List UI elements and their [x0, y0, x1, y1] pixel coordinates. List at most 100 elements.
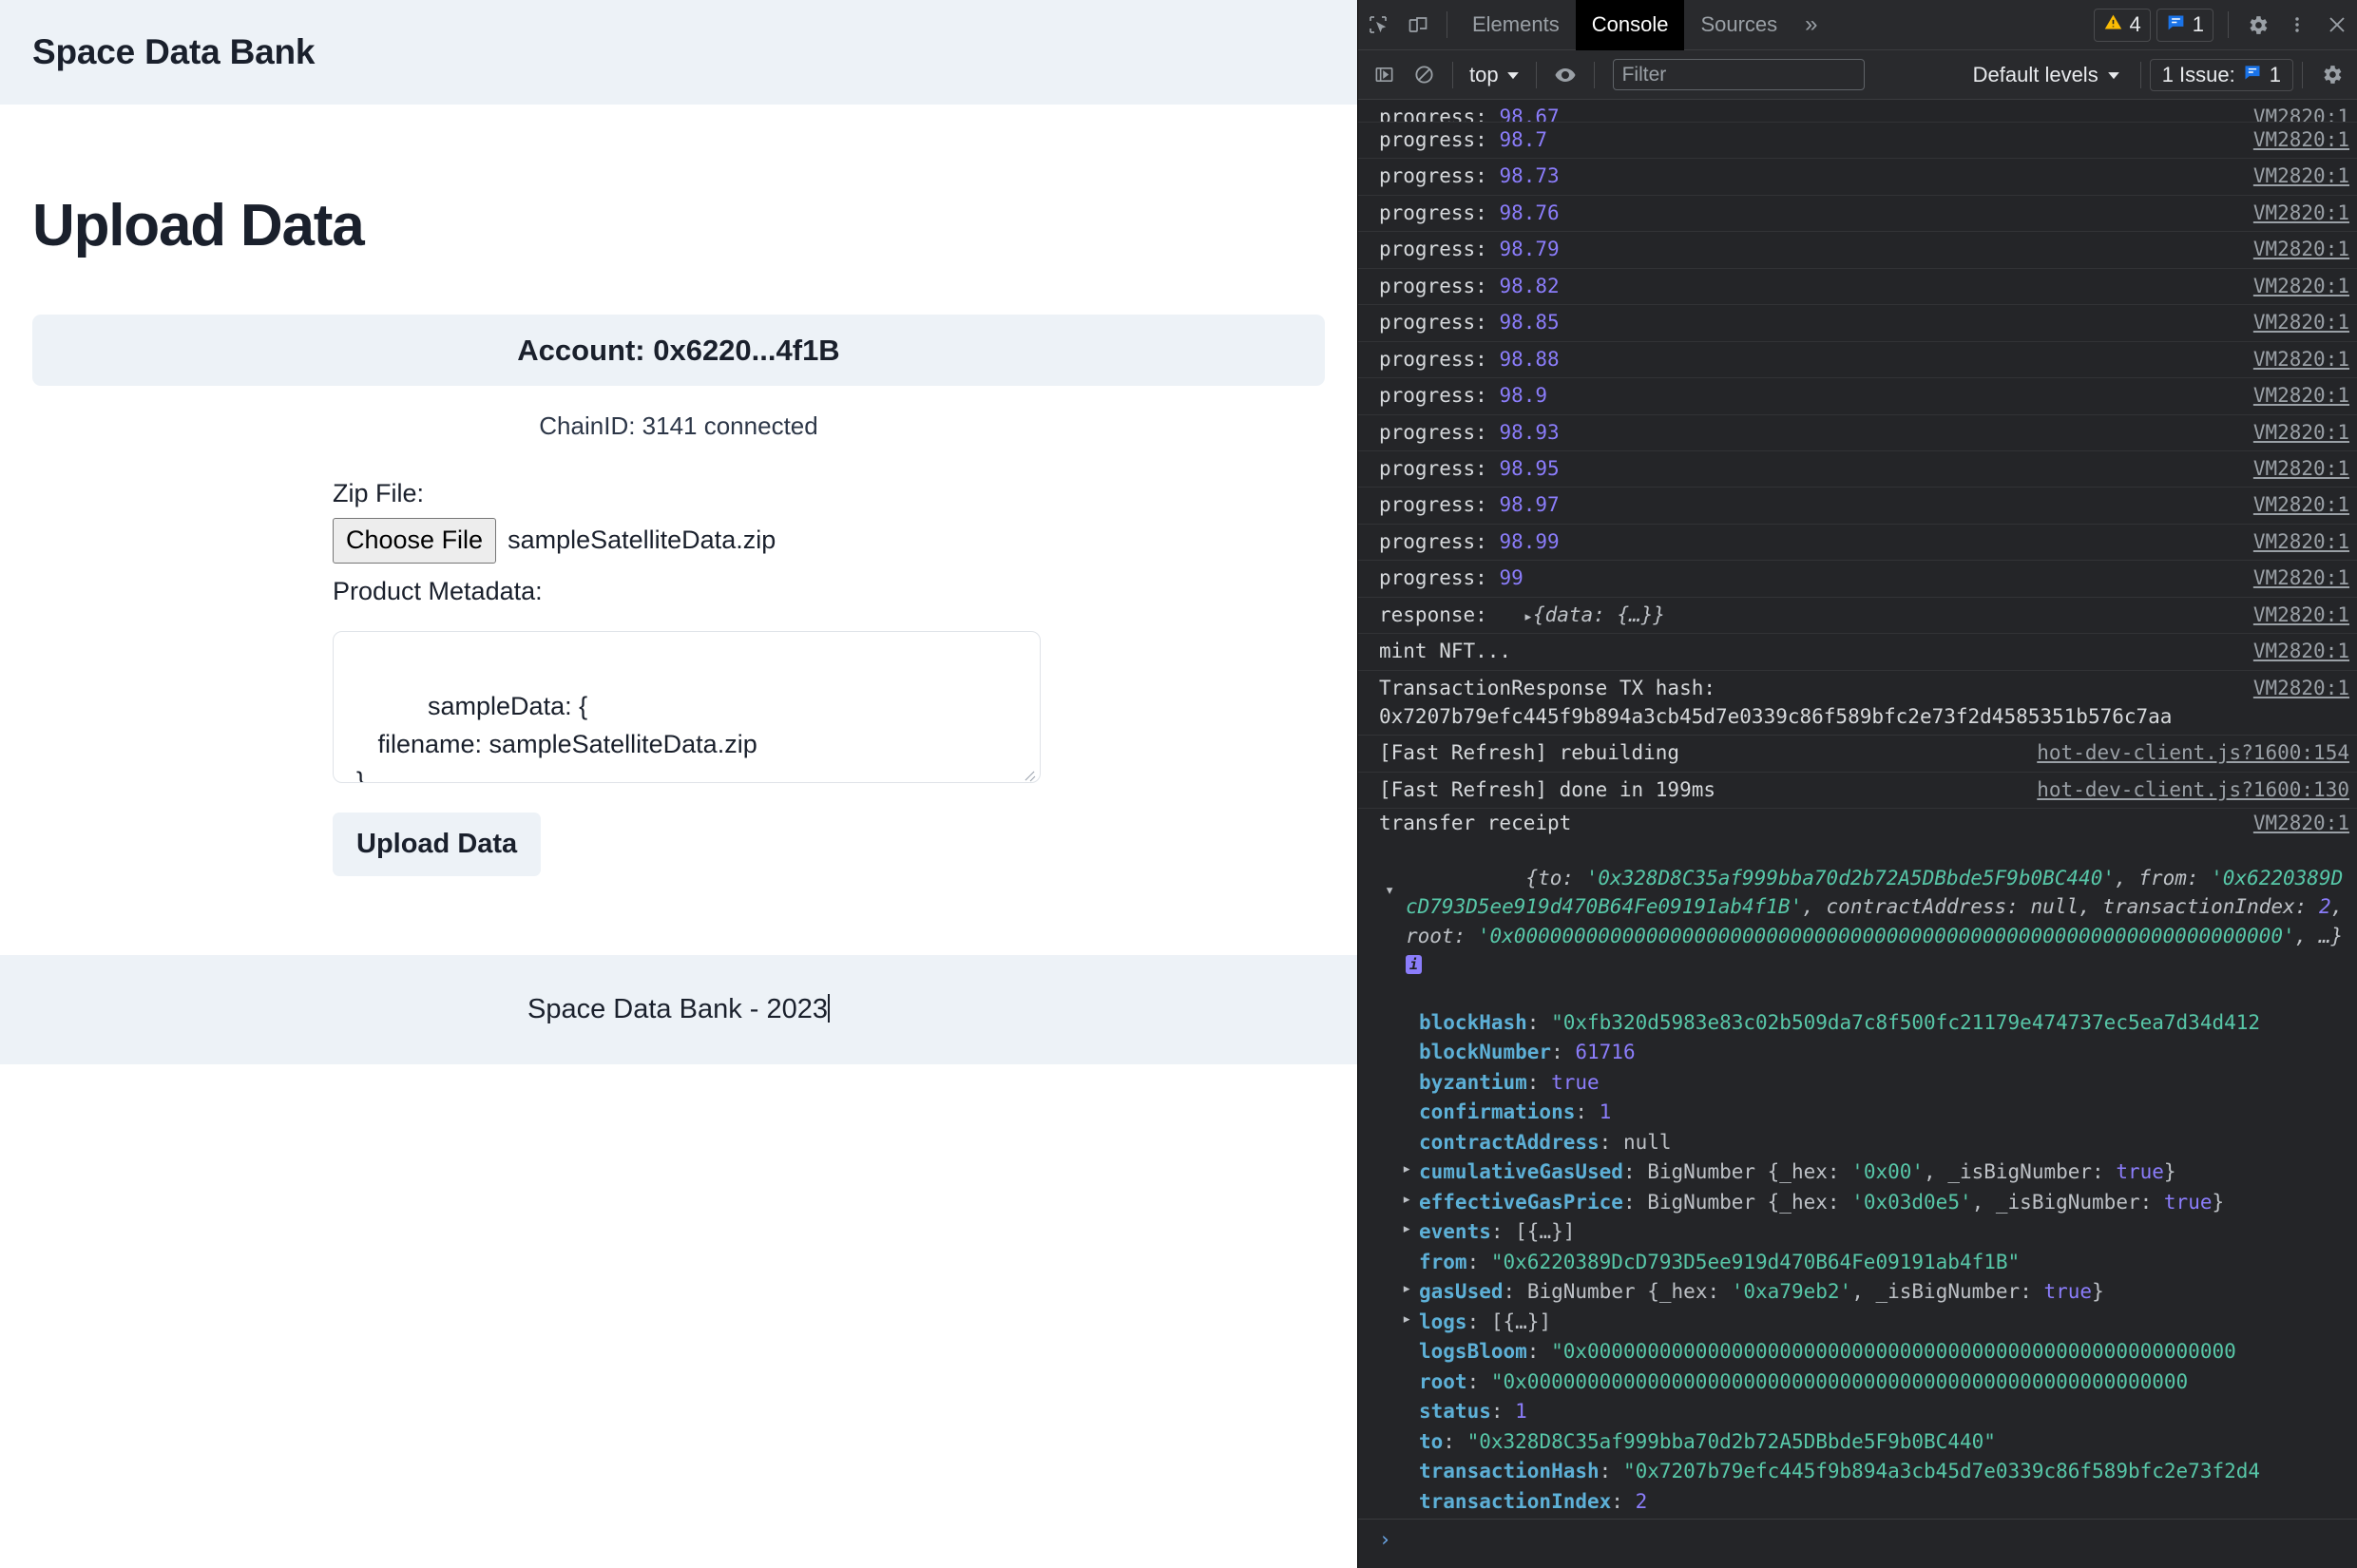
log-source-link[interactable]: VM2820:1 — [2253, 272, 2349, 300]
log-source-tx[interactable]: VM2820:1 — [2253, 674, 2349, 702]
log-source-receipt[interactable]: VM2820:1 — [2253, 812, 2349, 834]
object-property-row: status: 1 — [1379, 1397, 2349, 1427]
device-toolbar-icon[interactable] — [1398, 5, 1438, 45]
response-label: response: — [1379, 602, 1487, 626]
log-source-link[interactable]: VM2820:1 — [2253, 235, 2349, 263]
info-icon[interactable]: i — [1406, 955, 1422, 975]
collapse-triangle-icon[interactable]: ▾ — [1385, 879, 1394, 903]
log-row: progress: 98.85 VM2820:1 — [1358, 305, 2357, 342]
property-separator: : — [1443, 1429, 1467, 1453]
response-preview[interactable]: {data: {…}} — [1533, 603, 1665, 626]
site-header: Space Data Bank — [0, 0, 1357, 105]
log-message: progress: 98.9 — [1379, 384, 1548, 408]
log-source-link[interactable]: VM2820:1 — [2253, 381, 2349, 410]
console-filter-input[interactable] — [1612, 59, 1865, 90]
log-row-partial: progress: 98.67 VM2820:1 — [1358, 100, 2357, 123]
console-settings-gear-icon[interactable] — [2311, 55, 2351, 95]
log-message-rebuilding: [Fast Refresh] rebuilding — [1379, 741, 1680, 765]
console-messages[interactable]: progress: 98.67 VM2820:1 progress: 98.7 V… — [1358, 100, 2357, 1519]
log-value: 98.93 — [1499, 420, 1560, 444]
bignumber-prefix: BigNumber {_hex: — [1647, 1190, 1852, 1214]
tab-sources[interactable]: Sources — [1684, 0, 1793, 50]
log-message-partial: progress: 98.67 — [1379, 105, 1560, 123]
property-key: from — [1419, 1250, 1467, 1273]
object-property-row[interactable]: ▸ events: [{…}] — [1379, 1217, 2349, 1248]
log-source-link[interactable]: VM2820:1 — [2253, 345, 2349, 373]
expand-triangle-icon[interactable]: ▸ — [1402, 1188, 1411, 1213]
tab-console[interactable]: Console — [1575, 0, 1685, 50]
execution-context-select[interactable]: top — [1462, 63, 1527, 87]
bignumber-hex: '0xa79eb2' — [1731, 1280, 1852, 1304]
log-source-link[interactable]: VM2820:1 — [2253, 454, 2349, 483]
log-message: progress: 98.99 — [1379, 529, 1560, 553]
more-tabs-icon[interactable]: » — [1793, 11, 1829, 38]
inspect-element-icon[interactable] — [1358, 5, 1398, 45]
log-value: 98.97 — [1499, 493, 1560, 517]
log-levels-select[interactable]: Default levels — [1962, 63, 2132, 87]
receipt-header: transfer receipt VM2820:1 — [1379, 812, 2349, 834]
object-property-row[interactable]: ▸ gasUsed: BigNumber {_hex: '0xa79eb2', _… — [1379, 1277, 2349, 1308]
object-property-row[interactable]: ▸ logs: [{…}] — [1379, 1308, 2349, 1338]
log-source-done[interactable]: hot-dev-client.js?1600:130 — [2037, 775, 2349, 804]
log-row-transfer-receipt: transfer receipt VM2820:1 ▾ {to: '0x328D8… — [1358, 809, 2357, 1519]
choose-file-button[interactable]: Choose File — [333, 518, 497, 564]
object-property-row[interactable]: ▸ cumulativeGasUsed: BigNumber {_hex: '0x… — [1379, 1157, 2349, 1188]
expand-triangle-icon[interactable]: ▸ — [1402, 1217, 1411, 1242]
account-banner: Account: 0x6220...4f1B — [32, 315, 1325, 386]
product-metadata-textarea[interactable]: sampleData: { filename: sampleSatelliteD… — [333, 630, 1041, 783]
message-bubble-icon — [2166, 12, 2186, 38]
expand-triangle-icon[interactable]: ▸ — [1523, 607, 1533, 626]
expand-triangle-icon[interactable]: ▸ — [1402, 1157, 1411, 1182]
bignumber-prefix: BigNumber {_hex: — [1647, 1160, 1852, 1184]
warning-triangle-icon — [2103, 12, 2123, 38]
log-source-link[interactable]: VM2820:1 — [2253, 527, 2349, 556]
property-key: blockHash — [1419, 1010, 1527, 1034]
console-input-prompt[interactable]: › — [1358, 1519, 2357, 1568]
log-source-response[interactable]: VM2820:1 — [2253, 601, 2349, 629]
tab-elements[interactable]: Elements — [1456, 0, 1576, 50]
log-source-link[interactable]: VM2820:1 — [2253, 199, 2349, 227]
log-source-partial[interactable]: VM2820:1 — [2253, 103, 2349, 122]
bignumber-prefix: BigNumber {_hex: — [1526, 1280, 1732, 1304]
live-expression-eye-icon[interactable] — [1545, 55, 1585, 95]
log-row-mint: mint NFT... VM2820:1 — [1358, 634, 2357, 671]
log-message: progress: 98.95 — [1379, 456, 1560, 480]
log-message: progress: 98.79 — [1379, 238, 1560, 261]
property-key: events — [1419, 1220, 1491, 1244]
text-caret — [827, 994, 830, 1023]
warning-count-badge[interactable]: 4 — [2093, 8, 2151, 42]
issues-button[interactable]: 1 Issue: 1 — [2149, 58, 2293, 91]
more-options-icon[interactable] — [2277, 5, 2317, 45]
log-source-link[interactable]: VM2820:1 — [2253, 418, 2349, 447]
object-property-row: transactionIndex: 2 — [1379, 1487, 2349, 1518]
log-source-link[interactable]: VM2820:1 — [2253, 125, 2349, 154]
property-key: contractAddress — [1419, 1130, 1600, 1154]
upload-data-button[interactable]: Upload Data — [333, 812, 542, 876]
expand-triangle-icon[interactable]: ▸ — [1402, 1277, 1411, 1302]
log-source-link[interactable]: VM2820:1 — [2253, 490, 2349, 519]
expand-triangle-icon[interactable]: ▸ — [1402, 1308, 1411, 1332]
property-value: BigNumber {_hex: '0xa79eb2', _isBigNumbe… — [1527, 1280, 2104, 1303]
console-sidebar-toggle-icon[interactable] — [1364, 55, 1404, 95]
log-source-rebuilding[interactable]: hot-dev-client.js?1600:154 — [2037, 738, 2349, 767]
receipt-preview[interactable]: ▾ {to: '0x328D8C35af999bba70d2b72A5DBbde5… — [1379, 834, 2349, 1008]
message-count-badge[interactable]: 1 — [2156, 8, 2213, 42]
log-source-mint[interactable]: VM2820:1 — [2253, 637, 2349, 665]
clear-console-icon[interactable] — [1404, 55, 1444, 95]
property-value: BigNumber {_hex: '0x00', _isBigNumber: t… — [1647, 1160, 2175, 1183]
bignumber-flag: true — [2043, 1280, 2093, 1304]
property-separator: : — [1599, 1460, 1623, 1483]
object-property-row[interactable]: ▸ effectiveGasPrice: BigNumber {_hex: '0x… — [1379, 1188, 2349, 1218]
resize-grip-icon[interactable] — [1022, 765, 1037, 780]
log-source-link[interactable]: VM2820:1 — [2253, 162, 2349, 190]
log-source-link[interactable]: VM2820:1 — [2253, 564, 2349, 592]
settings-gear-icon[interactable] — [2237, 5, 2277, 45]
property-key: byzantium — [1419, 1070, 1527, 1094]
page-title: Upload Data — [32, 193, 365, 258]
property-key: transactionIndex — [1419, 1489, 1612, 1513]
progress-log-list: progress: 98.7 VM2820:1 progress: 98.73 VM2… — [1358, 123, 2357, 598]
object-property-row: to: "0x328D8C35af999bba70d2b72A5DBbde5F9… — [1379, 1427, 2349, 1458]
log-source-link[interactable]: VM2820:1 — [2253, 308, 2349, 336]
property-value: "0x7207b79efc445f9b894a3cb45d7e0339c86f5… — [1622, 1460, 2261, 1483]
close-devtools-icon[interactable] — [2317, 5, 2357, 45]
